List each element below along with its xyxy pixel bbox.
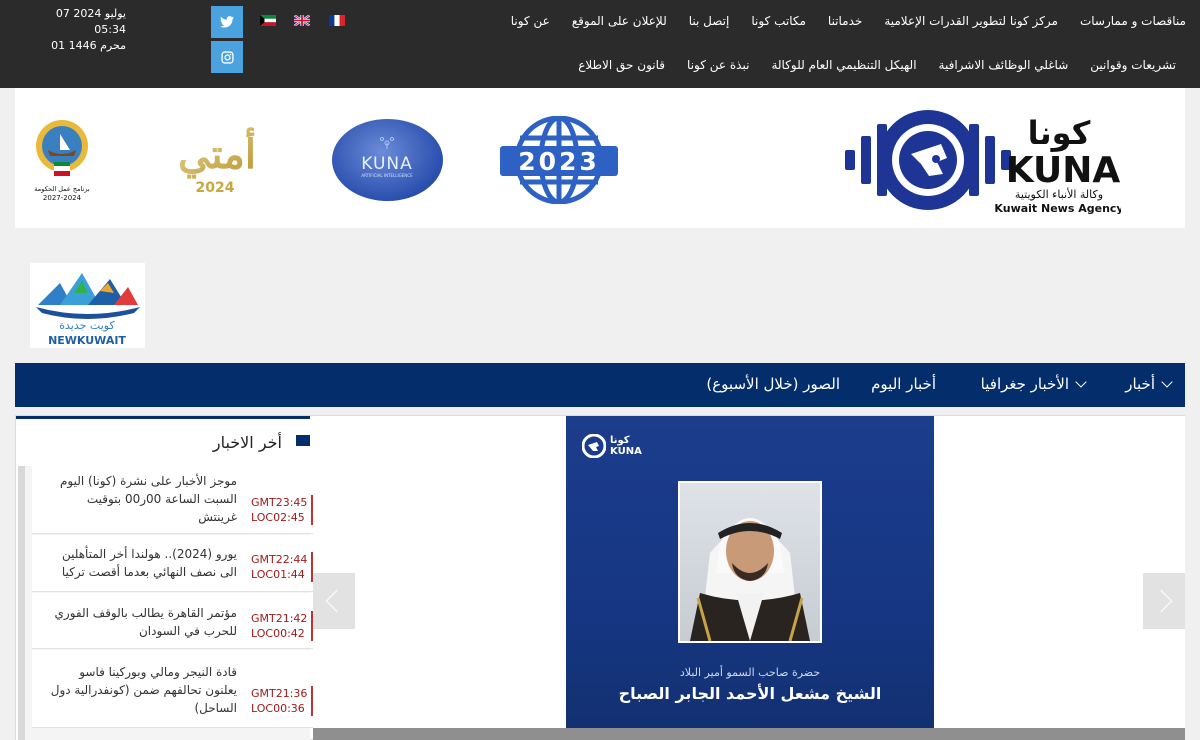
chevron-down-icon bbox=[1161, 376, 1173, 388]
gmt-time: GMT23:45 bbox=[251, 496, 308, 509]
uk-flag-icon[interactable] bbox=[294, 15, 310, 26]
main-nav: أخبار الأخبار جغرافيا أخبار اليوم الصور … bbox=[15, 363, 1185, 407]
nav-org-structure[interactable]: الهيكل التنظيمي العام للوكالة bbox=[771, 58, 916, 72]
list-item[interactable]: موجز الأخبار على نشرة (كونا) اليوم السبت… bbox=[32, 466, 315, 534]
instagram-button[interactable] bbox=[211, 41, 243, 73]
chevron-left-icon bbox=[325, 589, 349, 613]
nav-about-kuna[interactable]: عن كونا bbox=[511, 14, 550, 28]
header-banner: كونا KUNA وكالة الأنباء الكويتية Kuwait … bbox=[15, 88, 1185, 228]
main-content: أخر الاخبار موجز الأخبار على نشرة (كونا)… bbox=[15, 415, 1185, 740]
kuwait-emblem-logo[interactable]: برنامج عمل الحكومة 2027-2024 bbox=[30, 116, 94, 206]
nav-news-label: أخبار bbox=[1125, 375, 1155, 393]
local-time: LOC00:36 bbox=[251, 702, 305, 715]
kuna-ai-subtext: ARTIFICIAL INTELLIGENCE bbox=[361, 173, 413, 178]
latest-news-list[interactable]: موجز الأخبار على نشرة (كونا) اليوم السبت… bbox=[18, 466, 315, 740]
gov-years-text: 2027-2024 bbox=[43, 194, 82, 202]
news-time: GMT22:44 LOC01:44 bbox=[251, 552, 313, 582]
kuna-ai-emblem: KUNA ARTIFICIAL INTELLIGENCE bbox=[361, 137, 413, 178]
twitter-button[interactable] bbox=[211, 6, 243, 38]
instagram-icon bbox=[220, 50, 234, 64]
emir-portrait bbox=[678, 481, 822, 643]
nav-geographic-news-label: الأخبار جغرافيا bbox=[980, 375, 1069, 393]
nav-kuna-brief[interactable]: نبذة عن كونا bbox=[687, 58, 749, 72]
kuna-ai-logo[interactable]: KUNA ARTIFICIAL INTELLIGENCE bbox=[332, 119, 443, 201]
slider-prev-button[interactable] bbox=[313, 573, 355, 629]
nav-contact[interactable]: إتصل بنا bbox=[689, 14, 730, 28]
local-time: LOC02:45 bbox=[251, 511, 305, 524]
slide-kuna-logo: كونا KUNA bbox=[582, 434, 642, 458]
nav-supervisory-jobs[interactable]: شاغلي الوظائف الاشرافية bbox=[939, 58, 1069, 72]
nav-news[interactable]: أخبار bbox=[1125, 375, 1173, 393]
local-time: LOC00:42 bbox=[251, 627, 305, 640]
chevron-right-icon bbox=[1149, 589, 1173, 613]
list-item[interactable]: قادة النيجر ومالي وبوركينا فاسو يعلنون ت… bbox=[32, 650, 315, 728]
nav-legislation[interactable]: تشريعات وقوانين bbox=[1090, 58, 1176, 72]
france-flag-icon[interactable] bbox=[329, 15, 345, 26]
new-kuwait-emblem: كويت جديدة NEWKUWAIT bbox=[36, 273, 140, 347]
nav-media-center[interactable]: مركز كونا لتطوير القدرات الإعلامية bbox=[884, 14, 1058, 28]
date-display: 07 يوليو 2024 05:34 01 محرم 1446 bbox=[22, 6, 126, 54]
kuna-ai-text: KUNA bbox=[361, 154, 412, 174]
news-headline[interactable]: يورو (2024).. هولندا أخر المتأهلين الى ن… bbox=[47, 545, 237, 581]
news-time: GMT23:45 LOC02:45 bbox=[251, 495, 313, 525]
kuwait-flag-icon[interactable] bbox=[260, 15, 276, 26]
top-bar: عن كونا للإعلان على الموقع إتصل بنا مكات… bbox=[0, 0, 1200, 88]
list-item[interactable]: مؤتمر القاهرة يطالب بالوقف الفوري للحرب … bbox=[32, 593, 315, 649]
ommati-text: أمتي bbox=[178, 126, 255, 179]
top-nav-row-2: قانون حق الاطلاع نبذة عن كونا الهيكل الت… bbox=[578, 58, 1176, 72]
kuna-mark-icon bbox=[582, 434, 606, 458]
slide-caption-title: حضرة صاحب السمو أمير البلاد bbox=[679, 666, 821, 679]
latest-news-panel: أخر الاخبار موجز الأخبار على نشرة (كونا)… bbox=[16, 416, 315, 740]
slide-logo-arabic: كونا bbox=[610, 435, 630, 446]
portrait-image bbox=[690, 518, 810, 641]
year-2023-logo[interactable]: 2023 bbox=[500, 116, 618, 204]
new-kuwait-english: NEWKUWAIT bbox=[48, 334, 126, 347]
latest-news-title: أخر الاخبار bbox=[212, 433, 282, 452]
image-slider[interactable]: كونا KUNA حضرة صاحب السمو أمير البلاد ال… bbox=[313, 416, 1185, 740]
new-kuwait-arabic: كويت جديدة bbox=[59, 319, 115, 332]
agency-english-text: Kuwait News Agency bbox=[994, 202, 1121, 214]
kuna-latin-text: KUNA bbox=[1006, 150, 1121, 191]
list-item[interactable]: يورو (2024).. هولندا أخر المتأهلين الى ن… bbox=[32, 535, 315, 592]
section-marker bbox=[296, 435, 310, 446]
nav-right-of-access[interactable]: قانون حق الاطلاع bbox=[578, 58, 665, 72]
nav-today-news[interactable]: أخبار اليوم bbox=[871, 375, 936, 393]
ommati-2024-logo[interactable]: أمتي 2024 bbox=[175, 116, 255, 200]
top-nav-row-1: عن كونا للإعلان على الموقع إتصل بنا مكات… bbox=[511, 14, 1186, 28]
slide-image[interactable]: كونا KUNA حضرة صاحب السمو أمير البلاد ال… bbox=[566, 416, 934, 740]
twitter-icon bbox=[220, 16, 234, 28]
news-headline[interactable]: قادة النيجر ومالي وبوركينا فاسو يعلنون ت… bbox=[47, 663, 237, 717]
slide-logo-latin: KUNA bbox=[610, 446, 642, 457]
gov-program-text: برنامج عمل الحكومة bbox=[34, 185, 90, 193]
gmt-time: GMT21:42 bbox=[251, 612, 308, 625]
nav-today-news-label: أخبار اليوم bbox=[871, 375, 936, 393]
nav-tenders[interactable]: مناقصات و ممارسات bbox=[1080, 14, 1186, 28]
gmt-time: GMT22:44 bbox=[251, 553, 308, 566]
gmt-time: GMT21:36 bbox=[251, 687, 308, 700]
news-headline[interactable]: موجز الأخبار على نشرة (كونا) اليوم السبت… bbox=[47, 472, 237, 526]
gregorian-date: 07 يوليو 2024 05:34 bbox=[55, 7, 126, 36]
nav-geographic-news[interactable]: الأخبار جغرافيا bbox=[980, 375, 1087, 393]
hijri-date: 01 محرم 1446 bbox=[51, 39, 126, 52]
nav-weekly-photos-label: الصور (خلال الأسبوع) bbox=[706, 375, 840, 393]
agency-arabic-text: وكالة الأنباء الكويتية bbox=[1015, 187, 1103, 201]
local-time: LOC01:44 bbox=[251, 568, 305, 581]
ommati-year: 2024 bbox=[196, 180, 235, 196]
slide-caption-name: الشيخ مشعل الأحمد الجابر الصباح bbox=[618, 684, 882, 703]
nav-weekly-photos[interactable]: الصور (خلال الأسبوع) bbox=[706, 375, 840, 393]
year-2023-text: 2023 bbox=[518, 147, 600, 176]
news-time: GMT21:36 LOC00:36 bbox=[251, 686, 313, 716]
nav-offices[interactable]: مكاتب كونا bbox=[751, 14, 806, 28]
news-headline[interactable]: مؤتمر القاهرة يطالب بالوقف الفوري للحرب … bbox=[47, 604, 237, 640]
nav-advertise[interactable]: للإعلان على الموقع bbox=[572, 14, 667, 28]
nav-services[interactable]: خدماتنا bbox=[828, 14, 862, 28]
slider-next-button[interactable] bbox=[1143, 573, 1185, 629]
kuna-logo[interactable]: كونا KUNA وكالة الأنباء الكويتية Kuwait … bbox=[841, 106, 1121, 214]
slide-caption-bar bbox=[313, 728, 1185, 740]
kuna-arabic-text: كونا bbox=[1028, 114, 1091, 152]
new-kuwait-logo[interactable]: كويت جديدة NEWKUWAIT bbox=[30, 263, 145, 348]
news-time: GMT21:42 LOC00:42 bbox=[251, 611, 313, 641]
chevron-down-icon bbox=[1075, 376, 1087, 388]
